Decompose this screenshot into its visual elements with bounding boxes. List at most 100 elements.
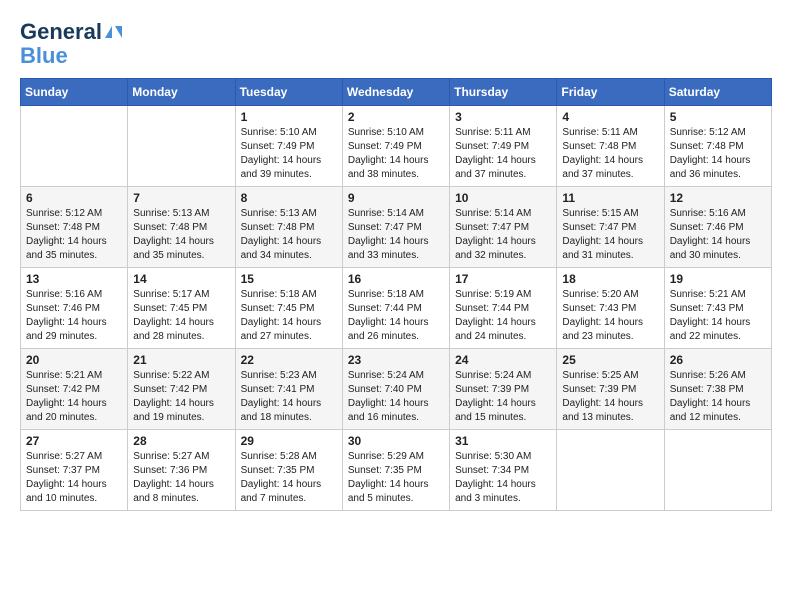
day-number: 17 bbox=[455, 272, 551, 286]
day-number: 31 bbox=[455, 434, 551, 448]
logo: General Blue bbox=[20, 20, 122, 68]
day-info: Sunrise: 5:27 AM Sunset: 7:37 PM Dayligh… bbox=[26, 450, 122, 506]
day-cell: 4 Sunrise: 5:11 AM Sunset: 7:48 PM Daylig… bbox=[557, 106, 664, 187]
day-cell: 11Sunrise: 5:15 AM Sunset: 7:47 PM Dayli… bbox=[557, 187, 664, 268]
day-cell: 14 Sunrise: 5:17 AM Sunset: 7:45 PM Dayli… bbox=[128, 268, 235, 349]
day-number: 5 bbox=[670, 110, 766, 124]
day-info: Sunrise: 5:22 AM Sunset: 7:42 PM Dayligh… bbox=[133, 369, 229, 425]
day-info: Sunrise: 5:28 AM Sunset: 7:35 PM Dayligh… bbox=[241, 450, 337, 506]
calendar-table: SundayMondayTuesdayWednesdayThursdayFrid… bbox=[20, 78, 772, 511]
day-number: 19 bbox=[670, 272, 766, 286]
day-info: Sunrise: 5:13 AM Sunset: 7:48 PM Dayligh… bbox=[241, 207, 337, 263]
day-number: 2 bbox=[348, 110, 444, 124]
day-cell: 3Sunrise: 5:11 AM Sunset: 7:49 PM Daylig… bbox=[450, 106, 557, 187]
day-cell: 26 Sunrise: 5:26 AM Sunset: 7:38 PM Dayli… bbox=[664, 349, 771, 430]
day-info: Sunrise: 5:10 AM Sunset: 7:49 PM Dayligh… bbox=[348, 126, 444, 182]
day-info: Sunrise: 5:30 AM Sunset: 7:34 PM Dayligh… bbox=[455, 450, 551, 506]
weekday-header-friday: Friday bbox=[557, 79, 664, 106]
day-info: Sunrise: 5:21 AM Sunset: 7:43 PM Dayligh… bbox=[670, 288, 766, 344]
day-number: 6 bbox=[26, 191, 122, 205]
weekday-header-thursday: Thursday bbox=[450, 79, 557, 106]
day-info: Sunrise: 5:16 AM Sunset: 7:46 PM Dayligh… bbox=[26, 288, 122, 344]
day-cell: 27Sunrise: 5:27 AM Sunset: 7:37 PM Dayli… bbox=[21, 430, 128, 511]
day-info: Sunrise: 5:19 AM Sunset: 7:44 PM Dayligh… bbox=[455, 288, 551, 344]
day-cell: 2 Sunrise: 5:10 AM Sunset: 7:49 PM Daylig… bbox=[342, 106, 449, 187]
logo-general: General bbox=[20, 20, 102, 44]
day-number: 12 bbox=[670, 191, 766, 205]
day-info: Sunrise: 5:27 AM Sunset: 7:36 PM Dayligh… bbox=[133, 450, 229, 506]
day-cell: 25 Sunrise: 5:25 AM Sunset: 7:39 PM Dayli… bbox=[557, 349, 664, 430]
day-cell bbox=[21, 106, 128, 187]
day-cell: 10 Sunrise: 5:14 AM Sunset: 7:47 PM Dayli… bbox=[450, 187, 557, 268]
day-info: Sunrise: 5:16 AM Sunset: 7:46 PM Dayligh… bbox=[670, 207, 766, 263]
day-cell: 15Sunrise: 5:18 AM Sunset: 7:45 PM Dayli… bbox=[235, 268, 342, 349]
weekday-header-wednesday: Wednesday bbox=[342, 79, 449, 106]
day-cell: 5 Sunrise: 5:12 AM Sunset: 7:48 PM Daylig… bbox=[664, 106, 771, 187]
weekday-header-row: SundayMondayTuesdayWednesdayThursdayFrid… bbox=[21, 79, 772, 106]
day-cell bbox=[557, 430, 664, 511]
day-info: Sunrise: 5:12 AM Sunset: 7:48 PM Dayligh… bbox=[670, 126, 766, 182]
day-info: Sunrise: 5:12 AM Sunset: 7:48 PM Dayligh… bbox=[26, 207, 122, 263]
day-number: 28 bbox=[133, 434, 229, 448]
day-info: Sunrise: 5:11 AM Sunset: 7:48 PM Dayligh… bbox=[562, 126, 658, 182]
day-number: 23 bbox=[348, 353, 444, 367]
day-info: Sunrise: 5:13 AM Sunset: 7:48 PM Dayligh… bbox=[133, 207, 229, 263]
weekday-header-saturday: Saturday bbox=[664, 79, 771, 106]
day-cell: 6 Sunrise: 5:12 AM Sunset: 7:48 PM Daylig… bbox=[21, 187, 128, 268]
day-info: Sunrise: 5:26 AM Sunset: 7:38 PM Dayligh… bbox=[670, 369, 766, 425]
day-cell: 31 Sunrise: 5:30 AM Sunset: 7:34 PM Dayli… bbox=[450, 430, 557, 511]
day-cell: 19 Sunrise: 5:21 AM Sunset: 7:43 PM Dayli… bbox=[664, 268, 771, 349]
day-cell: 21Sunrise: 5:22 AM Sunset: 7:42 PM Dayli… bbox=[128, 349, 235, 430]
day-number: 8 bbox=[241, 191, 337, 205]
day-cell: 17 Sunrise: 5:19 AM Sunset: 7:44 PM Dayli… bbox=[450, 268, 557, 349]
day-info: Sunrise: 5:29 AM Sunset: 7:35 PM Dayligh… bbox=[348, 450, 444, 506]
day-info: Sunrise: 5:24 AM Sunset: 7:39 PM Dayligh… bbox=[455, 369, 551, 425]
day-number: 13 bbox=[26, 272, 122, 286]
day-cell: 13 Sunrise: 5:16 AM Sunset: 7:46 PM Dayli… bbox=[21, 268, 128, 349]
day-number: 9 bbox=[348, 191, 444, 205]
day-number: 10 bbox=[455, 191, 551, 205]
day-info: Sunrise: 5:17 AM Sunset: 7:45 PM Dayligh… bbox=[133, 288, 229, 344]
day-number: 4 bbox=[562, 110, 658, 124]
day-cell: 9Sunrise: 5:14 AM Sunset: 7:47 PM Daylig… bbox=[342, 187, 449, 268]
day-info: Sunrise: 5:10 AM Sunset: 7:49 PM Dayligh… bbox=[241, 126, 337, 182]
day-number: 22 bbox=[241, 353, 337, 367]
day-cell: 23 Sunrise: 5:24 AM Sunset: 7:40 PM Dayli… bbox=[342, 349, 449, 430]
day-cell: 16 Sunrise: 5:18 AM Sunset: 7:44 PM Dayli… bbox=[342, 268, 449, 349]
day-cell: 24 Sunrise: 5:24 AM Sunset: 7:39 PM Dayli… bbox=[450, 349, 557, 430]
day-info: Sunrise: 5:18 AM Sunset: 7:44 PM Dayligh… bbox=[348, 288, 444, 344]
week-row-5: 27Sunrise: 5:27 AM Sunset: 7:37 PM Dayli… bbox=[21, 430, 772, 511]
day-cell: 12 Sunrise: 5:16 AM Sunset: 7:46 PM Dayli… bbox=[664, 187, 771, 268]
weekday-header-monday: Monday bbox=[128, 79, 235, 106]
day-number: 20 bbox=[26, 353, 122, 367]
day-number: 14 bbox=[133, 272, 229, 286]
day-number: 7 bbox=[133, 191, 229, 205]
week-row-4: 20 Sunrise: 5:21 AM Sunset: 7:42 PM Dayli… bbox=[21, 349, 772, 430]
weekday-header-tuesday: Tuesday bbox=[235, 79, 342, 106]
week-row-2: 6 Sunrise: 5:12 AM Sunset: 7:48 PM Daylig… bbox=[21, 187, 772, 268]
day-cell: 30Sunrise: 5:29 AM Sunset: 7:35 PM Dayli… bbox=[342, 430, 449, 511]
day-cell: 1Sunrise: 5:10 AM Sunset: 7:49 PM Daylig… bbox=[235, 106, 342, 187]
day-info: Sunrise: 5:25 AM Sunset: 7:39 PM Dayligh… bbox=[562, 369, 658, 425]
day-cell: 18Sunrise: 5:20 AM Sunset: 7:43 PM Dayli… bbox=[557, 268, 664, 349]
weekday-header-sunday: Sunday bbox=[21, 79, 128, 106]
day-info: Sunrise: 5:11 AM Sunset: 7:49 PM Dayligh… bbox=[455, 126, 551, 182]
logo-blue: Blue bbox=[20, 44, 68, 68]
day-cell: 28 Sunrise: 5:27 AM Sunset: 7:36 PM Dayli… bbox=[128, 430, 235, 511]
day-number: 11 bbox=[562, 191, 658, 205]
day-info: Sunrise: 5:14 AM Sunset: 7:47 PM Dayligh… bbox=[455, 207, 551, 263]
day-number: 25 bbox=[562, 353, 658, 367]
day-info: Sunrise: 5:23 AM Sunset: 7:41 PM Dayligh… bbox=[241, 369, 337, 425]
page-header: General Blue bbox=[20, 20, 772, 68]
day-cell: 8 Sunrise: 5:13 AM Sunset: 7:48 PM Daylig… bbox=[235, 187, 342, 268]
day-cell: 7 Sunrise: 5:13 AM Sunset: 7:48 PM Daylig… bbox=[128, 187, 235, 268]
day-info: Sunrise: 5:21 AM Sunset: 7:42 PM Dayligh… bbox=[26, 369, 122, 425]
week-row-3: 13 Sunrise: 5:16 AM Sunset: 7:46 PM Dayli… bbox=[21, 268, 772, 349]
day-cell: 20 Sunrise: 5:21 AM Sunset: 7:42 PM Dayli… bbox=[21, 349, 128, 430]
day-number: 26 bbox=[670, 353, 766, 367]
day-info: Sunrise: 5:18 AM Sunset: 7:45 PM Dayligh… bbox=[241, 288, 337, 344]
day-info: Sunrise: 5:20 AM Sunset: 7:43 PM Dayligh… bbox=[562, 288, 658, 344]
day-number: 24 bbox=[455, 353, 551, 367]
day-number: 16 bbox=[348, 272, 444, 286]
day-info: Sunrise: 5:24 AM Sunset: 7:40 PM Dayligh… bbox=[348, 369, 444, 425]
